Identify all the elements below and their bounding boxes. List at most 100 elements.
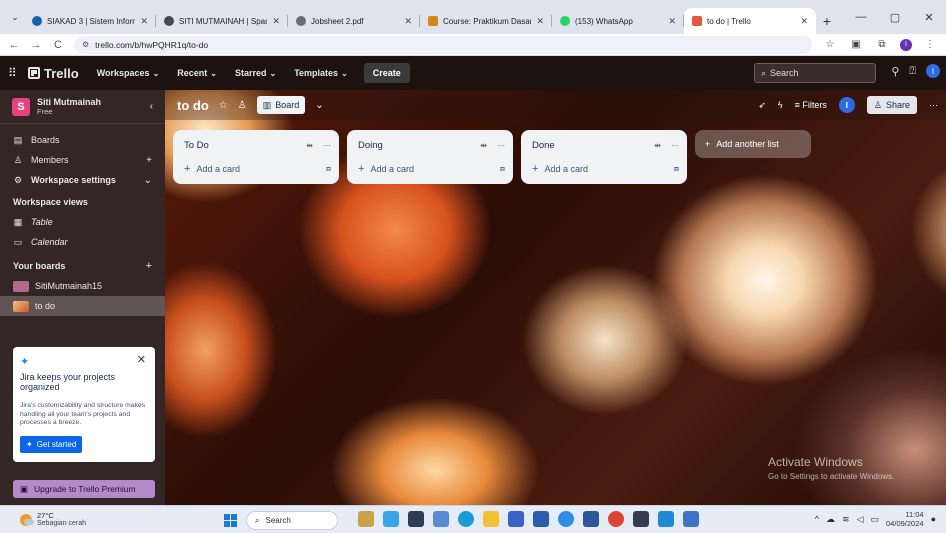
teams-app-icon[interactable] bbox=[683, 511, 699, 527]
sidebar-board-sitimutmainah15[interactable]: SitiMutmainah15 bbox=[0, 276, 165, 296]
add-member-icon[interactable]: + bbox=[146, 155, 152, 166]
weather-widget[interactable]: 27°C Sebagian cerah bbox=[0, 512, 220, 527]
new-tab-button[interactable]: + bbox=[816, 8, 838, 34]
vscode-app-icon[interactable] bbox=[658, 511, 674, 527]
templates-menu[interactable]: Templates ⌄ bbox=[288, 62, 354, 84]
workspace-avatar[interactable]: S bbox=[12, 97, 30, 116]
colorful-app-icon[interactable] bbox=[383, 511, 399, 527]
cloud-icon[interactable]: ☁ bbox=[826, 514, 835, 525]
add-card-button[interactable]: + Add a card ⧈ bbox=[355, 158, 505, 180]
chrome-app-icon[interactable] bbox=[608, 511, 624, 527]
close-icon[interactable]: ✕ bbox=[137, 353, 146, 366]
terminal-app-icon[interactable] bbox=[633, 511, 649, 527]
explorer-app-icon[interactable] bbox=[483, 511, 499, 527]
maximize-button[interactable]: ▢ bbox=[878, 0, 912, 34]
help-icon[interactable]: ⍰ bbox=[909, 65, 916, 78]
list-menu-icon[interactable]: ··· bbox=[671, 141, 679, 150]
forward-button[interactable]: → bbox=[30, 39, 42, 51]
tab-close-icon[interactable]: ✕ bbox=[404, 16, 412, 27]
volume-icon[interactable]: ◁ bbox=[857, 514, 864, 525]
close-window-button[interactable]: ✕ bbox=[912, 0, 946, 34]
extension-icon[interactable]: ▣ bbox=[848, 39, 864, 50]
template-icon[interactable]: ⧈ bbox=[500, 164, 505, 174]
sidebar-item-workspace-settings[interactable]: ⚙ Workspace settings ⌄ bbox=[0, 170, 165, 190]
settings-app-icon[interactable] bbox=[558, 511, 574, 527]
site-info-icon[interactable]: ⚙ bbox=[82, 40, 89, 49]
filters-button[interactable]: ≡ Filters bbox=[795, 100, 827, 110]
list-menu-icon[interactable]: ··· bbox=[323, 141, 331, 150]
media-app-icon[interactable] bbox=[433, 511, 449, 527]
get-started-button[interactable]: ✦ Get started bbox=[20, 435, 83, 453]
starred-menu[interactable]: Starred ⌄ bbox=[229, 62, 282, 84]
word-app-icon[interactable] bbox=[583, 511, 599, 527]
tab-close-icon[interactable]: ✕ bbox=[536, 16, 544, 27]
list-menu-icon[interactable]: ··· bbox=[497, 141, 505, 150]
start-button[interactable] bbox=[224, 514, 237, 527]
template-icon[interactable]: ⧈ bbox=[326, 164, 331, 174]
rocket-icon[interactable]: ➶ bbox=[758, 100, 766, 111]
tab-close-icon[interactable]: ✕ bbox=[272, 16, 280, 27]
notification-bell-icon[interactable]: ● bbox=[931, 514, 936, 524]
taskbar-search[interactable]: ⌕ Search bbox=[246, 511, 338, 530]
battery-icon[interactable]: ▭ bbox=[871, 514, 880, 525]
browser-tab[interactable]: (153) WhatsApp ✕ bbox=[552, 8, 684, 34]
template-icon[interactable]: ⧈ bbox=[674, 164, 679, 174]
share-button[interactable]: ♙ Share bbox=[866, 96, 917, 114]
edge-app-icon[interactable] bbox=[458, 511, 474, 527]
sidebar-item-boards[interactable]: ▤ Boards bbox=[0, 130, 165, 150]
chevron-down-icon[interactable]: ⌄ bbox=[315, 100, 323, 111]
browser-tab[interactable]: SIAKAD 3 | Sistem Informa ✕ bbox=[24, 8, 156, 34]
list-title[interactable]: Doing bbox=[355, 140, 470, 151]
sidebar-item-members[interactable]: ♙ Members + bbox=[0, 150, 165, 170]
search-input[interactable]: ⌕ Search bbox=[754, 63, 876, 83]
tab-close-icon[interactable]: ✕ bbox=[668, 16, 676, 27]
add-card-button[interactable]: + Add a card ⧈ bbox=[529, 158, 679, 180]
collapse-icon[interactable]: ⇹ bbox=[654, 141, 661, 150]
reload-button[interactable]: C bbox=[52, 39, 64, 51]
back-button[interactable]: ← bbox=[8, 39, 20, 51]
browser-tab[interactable]: Jobsheet 2.pdf ✕ bbox=[288, 8, 420, 34]
clock[interactable]: 11:04 04/09/2024 bbox=[886, 510, 924, 528]
chevron-up-icon[interactable]: ^ bbox=[815, 514, 819, 524]
collapse-sidebar-icon[interactable]: ‹ bbox=[150, 101, 153, 112]
board-title[interactable]: to do bbox=[177, 98, 209, 113]
star-icon[interactable]: ☆ bbox=[822, 39, 838, 50]
browser-tab[interactable]: SITI MUTMAINAH | Spada ✕ bbox=[156, 8, 288, 34]
app-switcher-icon[interactable]: ⠿ bbox=[8, 66, 22, 80]
trello-logo[interactable]: Trello bbox=[28, 66, 79, 81]
wifi-icon[interactable]: ≋ bbox=[842, 514, 850, 525]
dark-app-icon[interactable] bbox=[408, 511, 424, 527]
board-menu-icon[interactable]: ··· bbox=[929, 100, 938, 110]
sidebar-item-calendar[interactable]: ▭ Calendar bbox=[0, 232, 165, 252]
tab-close-icon[interactable]: ✕ bbox=[140, 16, 148, 27]
url-field[interactable]: ⚙ trello.com/b/hwPQHR1q/to-do bbox=[74, 35, 812, 54]
files-app-icon[interactable] bbox=[358, 511, 374, 527]
sidebar-item-table[interactable]: ▦ Table bbox=[0, 212, 165, 232]
automation-icon[interactable]: ϟ bbox=[778, 100, 783, 110]
recent-menu[interactable]: Recent ⌄ bbox=[171, 62, 223, 84]
tab-search-icon[interactable]: ⌄ bbox=[6, 6, 24, 28]
list-title[interactable]: To Do bbox=[181, 140, 296, 151]
tab-close-icon[interactable]: ✕ bbox=[800, 16, 808, 27]
puzzle-icon[interactable]: ⧉ bbox=[874, 39, 890, 50]
collapse-icon[interactable]: ⇹ bbox=[306, 141, 313, 150]
list-title[interactable]: Done bbox=[529, 140, 644, 151]
profile-avatar[interactable]: I bbox=[900, 38, 912, 51]
board-view-button[interactable]: ▥ Board bbox=[256, 96, 306, 114]
store-app-icon[interactable] bbox=[508, 511, 524, 527]
member-avatar[interactable]: I bbox=[838, 97, 855, 113]
account-avatar[interactable]: I bbox=[926, 64, 940, 78]
workspaces-menu[interactable]: Workspaces ⌄ bbox=[91, 62, 166, 84]
collapse-icon[interactable]: ⇹ bbox=[480, 141, 487, 150]
chevron-down-icon[interactable]: ⌄ bbox=[144, 175, 152, 186]
upgrade-premium-button[interactable]: ▣ Upgrade to Trello Premium bbox=[13, 480, 155, 498]
minimize-button[interactable]: — bbox=[844, 0, 878, 34]
mail-app-icon[interactable] bbox=[533, 511, 549, 527]
visibility-icon[interactable]: ♙ bbox=[238, 100, 247, 111]
add-list-button[interactable]: + Add another list bbox=[695, 130, 811, 158]
add-card-button[interactable]: + Add a card ⧈ bbox=[181, 158, 331, 180]
star-icon[interactable]: ☆ bbox=[219, 100, 228, 111]
notifications-icon[interactable]: ⚲ bbox=[891, 65, 899, 78]
browser-menu-icon[interactable]: ⋮ bbox=[922, 39, 938, 50]
browser-tab-active[interactable]: to do | Trello ✕ bbox=[684, 8, 816, 34]
